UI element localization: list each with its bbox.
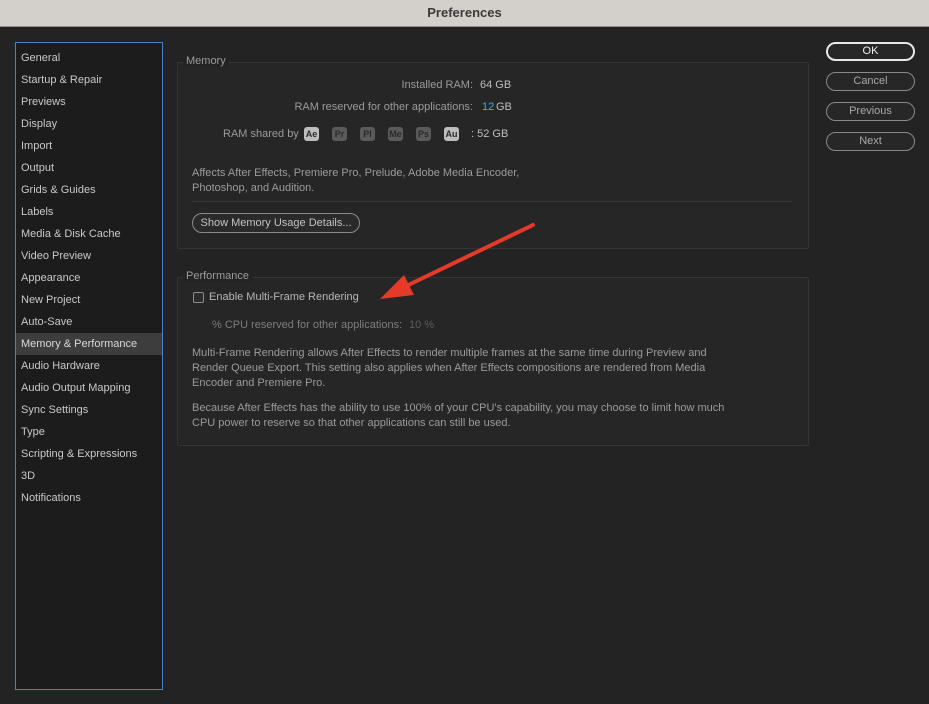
sidebar-item-new-project[interactable]: New Project xyxy=(16,289,162,311)
sidebar-item-grids-guides[interactable]: Grids & Guides xyxy=(16,179,162,201)
previous-button[interactable]: Previous xyxy=(826,102,915,121)
sidebar-item-display[interactable]: Display xyxy=(16,113,162,135)
cpu-reserved-value: 10 % xyxy=(409,319,435,331)
ae-app-icon: Ae xyxy=(304,127,319,141)
sidebar-item-general[interactable]: General xyxy=(16,47,162,69)
show-memory-usage-details-button[interactable]: Show Memory Usage Details... xyxy=(192,213,360,233)
memory-legend: Memory xyxy=(183,55,229,67)
cpu-description: Because After Effects has the ability to… xyxy=(192,402,725,429)
sidebar-item-auto-save[interactable]: Auto-Save xyxy=(16,311,162,333)
ram-reserved-label: RAM reserved for other applications: xyxy=(294,101,473,113)
cpu-reserved-label: % CPU reserved for other applications: xyxy=(212,319,403,331)
sidebar-item-output[interactable]: Output xyxy=(16,157,162,179)
ram-reserved-unit: GB xyxy=(496,101,512,113)
me-app-icon: Me xyxy=(388,127,403,141)
sidebar-item-startup-repair[interactable]: Startup & Repair xyxy=(16,69,162,91)
sidebar-item-previews[interactable]: Previews xyxy=(16,91,162,113)
sidebar-item-type[interactable]: Type xyxy=(16,421,162,443)
memory-description: Affects After Effects, Premiere Pro, Pre… xyxy=(192,167,520,194)
sidebar-item-video-preview[interactable]: Video Preview xyxy=(16,245,162,267)
performance-legend: Performance xyxy=(183,270,252,282)
memory-divider xyxy=(192,201,792,202)
au-app-icon: Au xyxy=(444,127,459,141)
enable-mfr-checkbox[interactable] xyxy=(193,292,204,303)
pr-app-icon: Pr xyxy=(332,127,347,141)
pl-app-icon: Pl xyxy=(360,127,375,141)
ram-shared-label: RAM shared by xyxy=(223,128,299,140)
installed-ram-value: 64 GB xyxy=(480,79,512,91)
sidebar-item-media-disk-cache[interactable]: Media & Disk Cache xyxy=(16,223,162,245)
sidebar-item-memory-performance[interactable]: Memory & Performance xyxy=(16,333,162,355)
preferences-window: General Startup & Repair Previews Displa… xyxy=(0,27,929,704)
enable-mfr-label[interactable]: Enable Multi-Frame Rendering xyxy=(209,291,359,303)
sidebar-item-sync-settings[interactable]: Sync Settings xyxy=(16,399,162,421)
next-button[interactable]: Next xyxy=(826,132,915,151)
sidebar-item-import[interactable]: Import xyxy=(16,135,162,157)
sidebar-item-audio-hardware[interactable]: Audio Hardware xyxy=(16,355,162,377)
sidebar-item-scripting-expressions[interactable]: Scripting & Expressions xyxy=(16,443,162,465)
ps-app-icon: Ps xyxy=(416,127,431,141)
sidebar-item-appearance[interactable]: Appearance xyxy=(16,267,162,289)
ram-reserved-value[interactable]: 12 xyxy=(482,101,494,113)
ram-shared-value: : 52 GB xyxy=(471,128,509,140)
sidebar-item-labels[interactable]: Labels xyxy=(16,201,162,223)
sidebar-item-audio-output-mapping[interactable]: Audio Output Mapping xyxy=(16,377,162,399)
ok-button[interactable]: OK xyxy=(826,42,915,61)
sidebar-item-notifications[interactable]: Notifications xyxy=(16,487,162,509)
mfr-description: Multi-Frame Rendering allows After Effec… xyxy=(192,347,707,389)
sidebar-item-3d[interactable]: 3D xyxy=(16,465,162,487)
installed-ram-label: Installed RAM: xyxy=(401,79,473,91)
cancel-button[interactable]: Cancel xyxy=(826,72,915,91)
preferences-sidebar: General Startup & Repair Previews Displa… xyxy=(15,42,163,690)
window-title: Preferences xyxy=(0,0,929,27)
